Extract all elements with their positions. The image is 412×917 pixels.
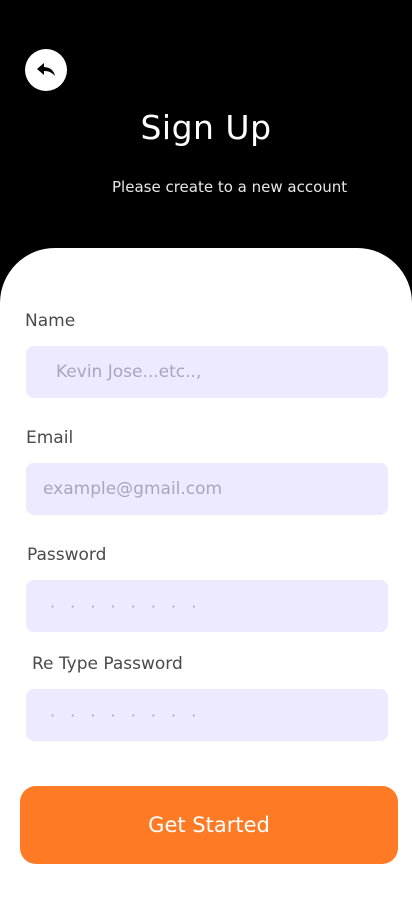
back-button[interactable] [25, 49, 67, 91]
retype-password-label: Re Type Password [32, 654, 183, 674]
sign-up-screen: Sign Up Please create to a new account N… [0, 0, 412, 917]
email-field[interactable] [26, 463, 388, 515]
password-label: Password [27, 545, 107, 565]
get-started-button[interactable]: Get Started [20, 786, 398, 864]
header: Sign Up Please create to a new account [0, 0, 412, 260]
page-subtitle: Please create to a new account [112, 178, 348, 196]
name-field[interactable] [26, 346, 388, 398]
page-title: Sign Up [140, 108, 272, 147]
password-field[interactable] [26, 580, 388, 632]
name-label: Name [25, 311, 76, 331]
retype-password-field[interactable] [26, 689, 388, 741]
email-label: Email [26, 428, 74, 448]
reply-arrow-icon [34, 58, 58, 82]
